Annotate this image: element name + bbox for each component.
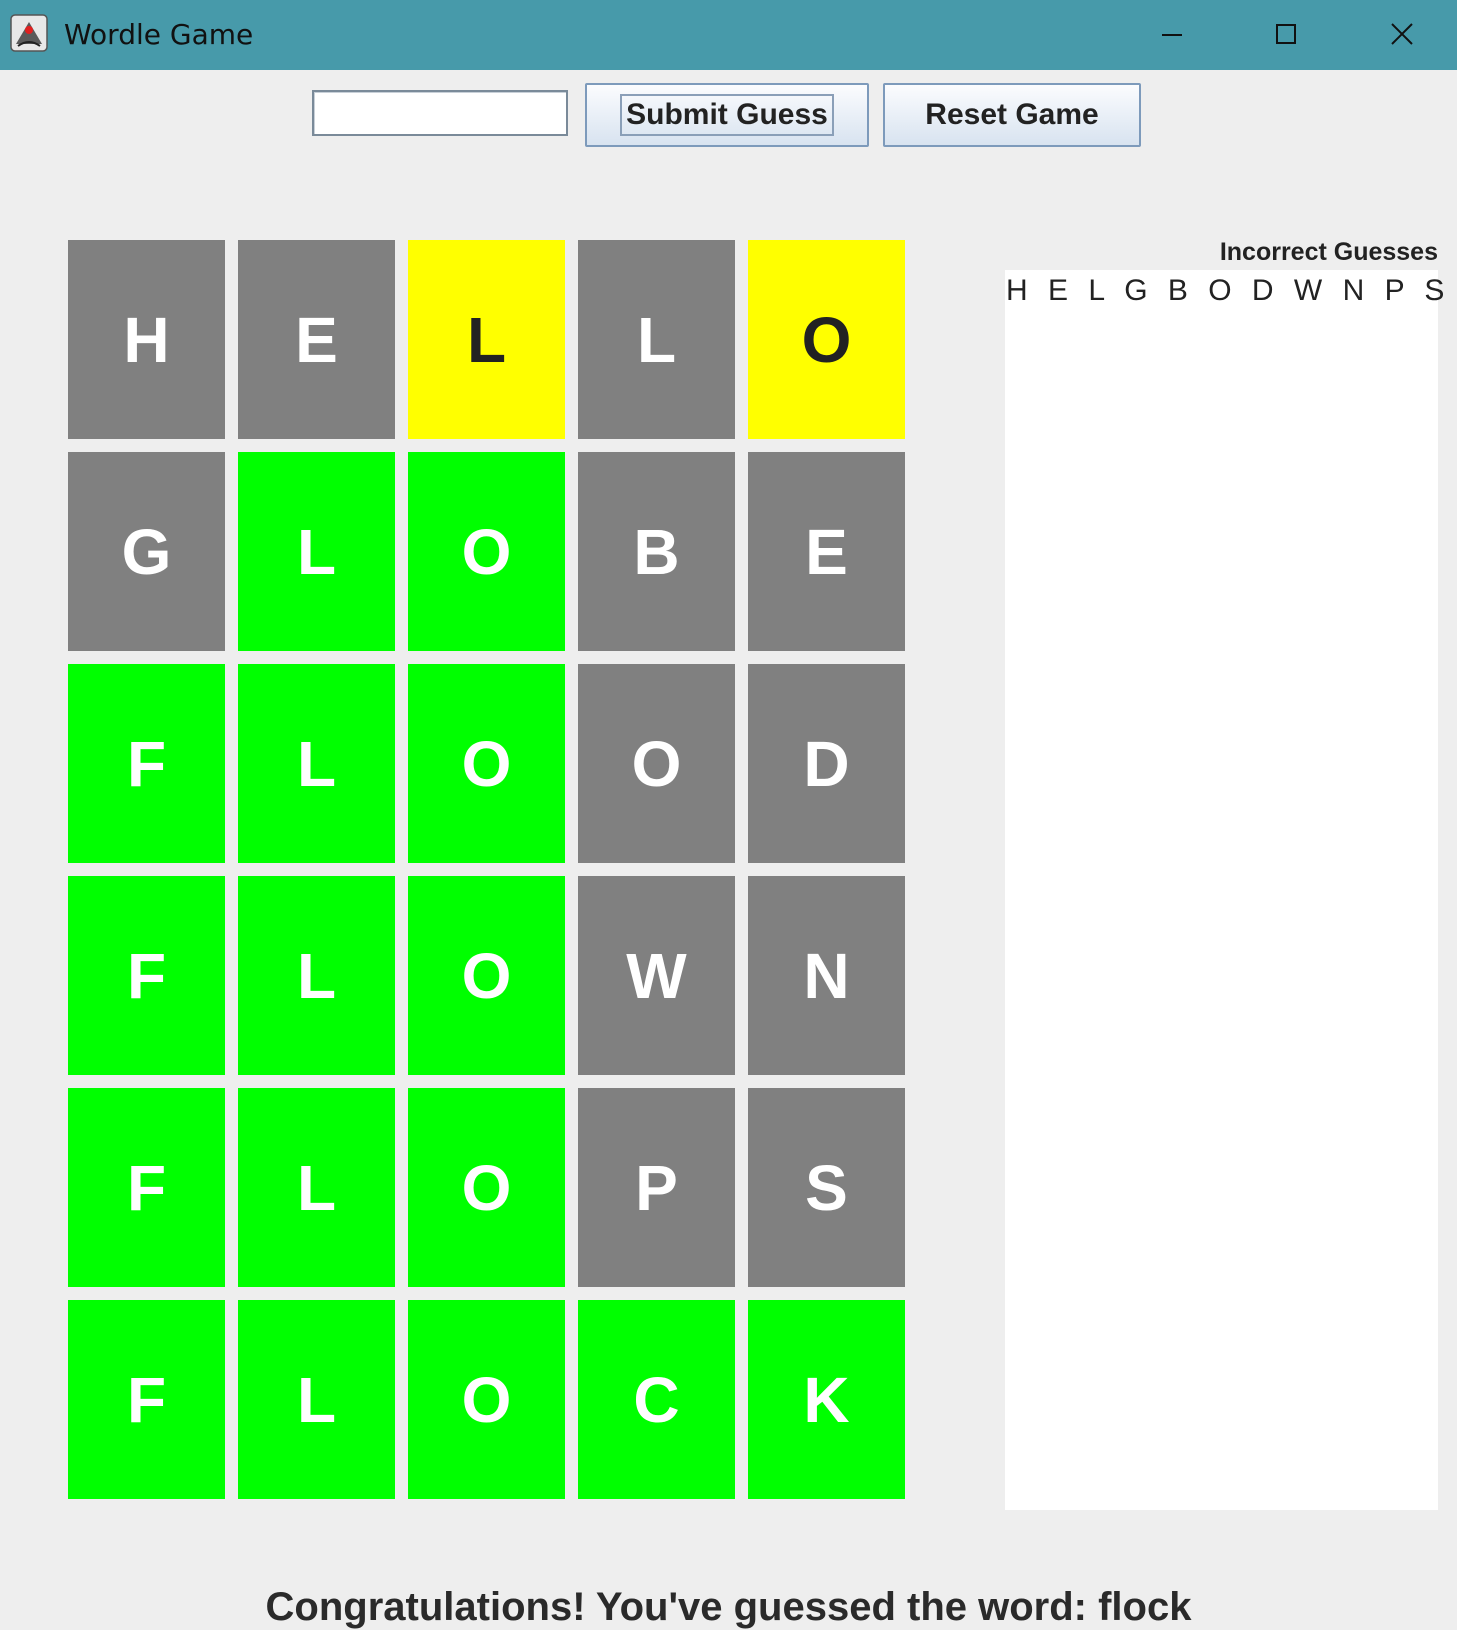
submit-guess-label: Submit Guess bbox=[620, 94, 834, 136]
board-cell: L bbox=[578, 240, 735, 439]
board-cell: O bbox=[748, 240, 905, 439]
board-cell: E bbox=[238, 240, 395, 439]
submit-guess-button[interactable]: Submit Guess bbox=[585, 83, 869, 147]
board-cell: W bbox=[578, 876, 735, 1075]
board-cell: L bbox=[238, 1088, 395, 1287]
close-icon[interactable] bbox=[1380, 14, 1424, 54]
board-cell: F bbox=[68, 876, 225, 1075]
board-cell: O bbox=[408, 1088, 565, 1287]
board-cell: O bbox=[408, 876, 565, 1075]
title-bar: Wordle Game bbox=[0, 0, 1457, 70]
board-cell: O bbox=[578, 664, 735, 863]
maximize-icon[interactable] bbox=[1264, 14, 1308, 54]
board-cell: L bbox=[238, 452, 395, 651]
wordle-board: HELLOGLOBEFLOODFLOWNFLOPSFLOCK bbox=[68, 240, 906, 1503]
board-cell: F bbox=[68, 664, 225, 863]
reset-game-button[interactable]: Reset Game bbox=[883, 83, 1141, 147]
board-cell: B bbox=[578, 452, 735, 651]
board-cell: L bbox=[238, 664, 395, 863]
board-cell: L bbox=[238, 1300, 395, 1499]
board-cell: K bbox=[748, 1300, 905, 1499]
board-cell: F bbox=[68, 1300, 225, 1499]
status-message: Congratulations! You've guessed the word… bbox=[265, 1585, 1192, 1629]
incorrect-guesses-panel bbox=[1005, 270, 1438, 1510]
incorrect-guesses-label: Incorrect Guesses bbox=[1219, 238, 1438, 266]
board-cell: O bbox=[408, 452, 565, 651]
board-cell: F bbox=[68, 1088, 225, 1287]
board-cell: H bbox=[68, 240, 225, 439]
board-cell: L bbox=[238, 876, 395, 1075]
board-cell: E bbox=[748, 452, 905, 651]
board-cell: G bbox=[68, 452, 225, 651]
board-cell: N bbox=[748, 876, 905, 1075]
board-cell: L bbox=[408, 240, 565, 439]
board-cell: O bbox=[408, 1300, 565, 1499]
java-app-icon bbox=[10, 14, 48, 52]
incorrect-guesses-letters: H E L G B O D W N P S bbox=[1006, 274, 1451, 307]
board-cell: D bbox=[748, 664, 905, 863]
board-cell: S bbox=[748, 1088, 905, 1287]
board-cell: P bbox=[578, 1088, 735, 1287]
window-title: Wordle Game bbox=[64, 18, 254, 51]
minimize-icon[interactable] bbox=[1150, 14, 1194, 54]
board-cell: O bbox=[408, 664, 565, 863]
guess-input[interactable] bbox=[312, 90, 568, 136]
board-cell: C bbox=[578, 1300, 735, 1499]
